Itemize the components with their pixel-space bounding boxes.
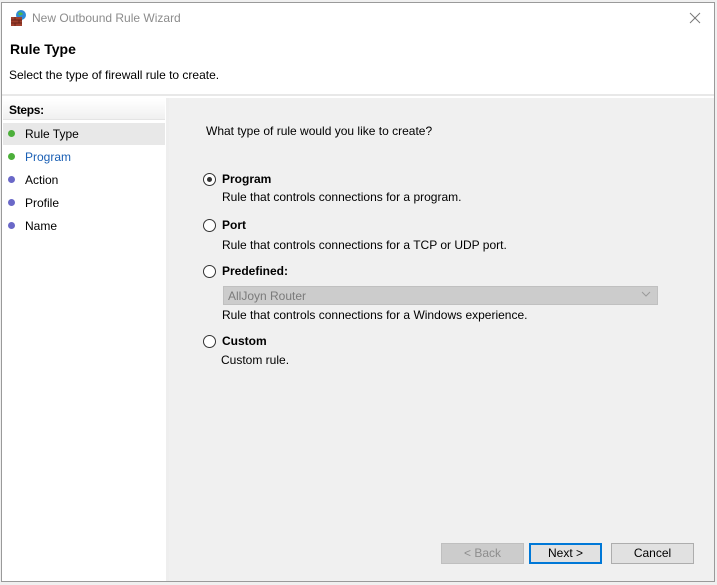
radio-button[interactable] [203, 335, 216, 348]
steps-panel: Steps: Rule Type Program Action Profile … [2, 98, 169, 581]
back-button[interactable]: < Back [441, 543, 524, 564]
window-title: New Outbound Rule Wizard [32, 11, 181, 25]
firewall-globe-icon [10, 9, 28, 27]
radio-button[interactable] [203, 265, 216, 278]
predefined-select[interactable]: AllJoyn Router [223, 286, 658, 305]
predefined-description: Rule that controls connections for a Win… [222, 308, 528, 322]
step-label: Profile [25, 196, 60, 210]
content-panel: What type of rule would you like to crea… [169, 98, 714, 581]
step-label: Name [25, 219, 58, 233]
page-subtitle: Select the type of firewall rule to crea… [9, 68, 220, 82]
step-status-dot-icon [8, 199, 15, 206]
step-label: Program [25, 150, 72, 164]
radio-label[interactable]: Custom [222, 334, 267, 348]
cancel-button[interactable]: Cancel [611, 543, 694, 564]
step-label: Rule Type [25, 127, 79, 141]
close-button[interactable] [684, 7, 706, 29]
page-title: Rule Type [10, 41, 76, 57]
step-profile[interactable]: Profile [3, 192, 165, 214]
close-icon [689, 12, 701, 24]
step-status-dot-icon [8, 176, 15, 183]
step-program[interactable]: Program [3, 146, 165, 168]
step-status-dot-icon [8, 130, 15, 137]
step-status-dot-icon [8, 153, 15, 160]
step-name[interactable]: Name [3, 215, 165, 237]
radio-label[interactable]: Program [222, 172, 271, 186]
radio-button[interactable] [203, 219, 216, 232]
program-description: Rule that controls connections for a pro… [222, 190, 462, 204]
next-button[interactable]: Next > [529, 543, 602, 564]
radio-button[interactable] [203, 173, 216, 186]
port-description: Rule that controls connections for a TCP… [222, 238, 507, 252]
radio-label[interactable]: Predefined: [222, 264, 288, 278]
title-bar: New Outbound Rule Wizard [2, 3, 714, 33]
steps-heading: Steps: [9, 103, 44, 117]
predefined-select-value: AllJoyn Router [228, 289, 307, 303]
header-divider [2, 94, 714, 96]
step-action[interactable]: Action [3, 169, 165, 191]
custom-description: Custom rule. [221, 353, 290, 367]
step-rule-type[interactable]: Rule Type [3, 123, 165, 145]
step-label: Action [25, 173, 59, 187]
rule-type-question: What type of rule would you like to crea… [206, 124, 433, 138]
wizard-window: New Outbound Rule Wizard Rule Type Selec… [1, 2, 715, 582]
radio-label[interactable]: Port [222, 218, 246, 232]
chevron-down-icon [641, 291, 651, 297]
step-status-dot-icon [8, 222, 15, 229]
steps-header: Steps: [3, 99, 165, 120]
